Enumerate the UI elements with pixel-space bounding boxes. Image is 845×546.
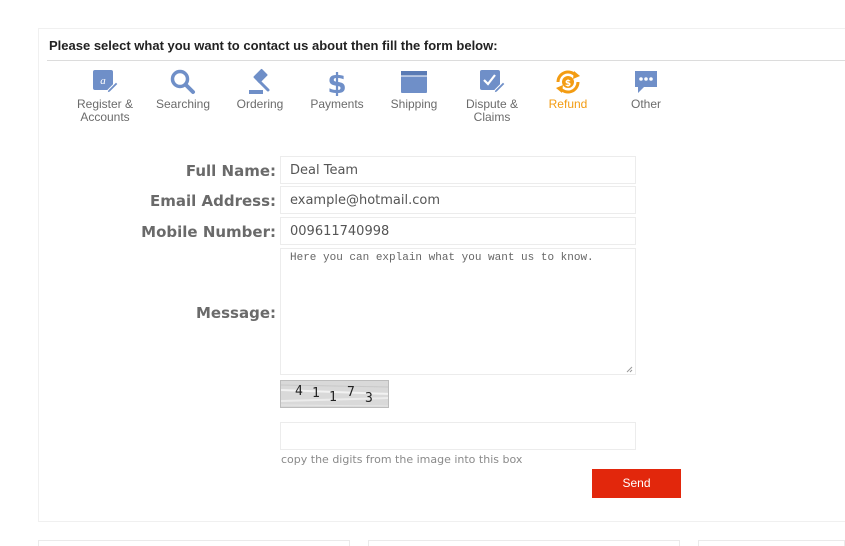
category-searching[interactable]: Searching xyxy=(144,68,222,111)
email-field[interactable]: example@hotmail.com xyxy=(280,186,636,214)
category-label: Payments xyxy=(310,97,364,111)
captcha-digit: 7 xyxy=(347,385,355,400)
bottom-card xyxy=(38,540,350,546)
resize-grip-icon[interactable] xyxy=(624,364,633,373)
category-label: Shipping xyxy=(390,97,438,111)
register-edit-icon: a xyxy=(93,70,119,94)
category-shipping[interactable]: Shipping xyxy=(375,68,453,111)
captcha-hint: copy the digits from the image into this… xyxy=(281,453,523,466)
mobile-label: Mobile Number: xyxy=(141,223,276,241)
captcha-digit: 4 xyxy=(295,384,303,399)
captcha-digit: 1 xyxy=(329,390,337,405)
email-label: Email Address: xyxy=(149,192,276,210)
captcha-digit: 1 xyxy=(312,386,320,401)
bottom-card xyxy=(368,540,680,546)
refund-icon: $ xyxy=(556,70,580,94)
search-icon xyxy=(170,69,195,94)
send-button[interactable]: Send xyxy=(592,469,681,498)
heading-divider xyxy=(47,60,845,61)
captcha-input[interactable] xyxy=(280,422,636,450)
package-icon xyxy=(401,71,427,93)
captcha-digit: 3 xyxy=(365,391,373,406)
gavel-icon xyxy=(249,68,270,94)
category-label: Refund xyxy=(548,97,588,111)
category-label: Claims xyxy=(473,110,511,124)
full-name-label: Full Name: xyxy=(185,162,276,180)
category-label: Accounts xyxy=(80,110,130,124)
message-textarea[interactable]: Here you can explain what you want us to… xyxy=(280,248,636,375)
svg-text:$: $ xyxy=(327,68,346,96)
svg-text:a: a xyxy=(100,75,106,87)
svg-text:$: $ xyxy=(565,79,571,89)
category-payments[interactable]: $ Payments xyxy=(298,68,376,111)
category-label: Other xyxy=(630,97,661,111)
chat-icon xyxy=(635,71,657,93)
captcha-image: 4 1 1 7 3 xyxy=(280,380,389,408)
category-register-accounts[interactable]: a Register & Accounts xyxy=(66,68,144,124)
dollar-icon: $ xyxy=(327,68,346,96)
category-dispute-claims[interactable]: Dispute & Claims xyxy=(453,68,531,124)
mobile-field[interactable]: 009611740998 xyxy=(280,217,636,245)
page-heading: Please select what you want to contact u… xyxy=(49,38,498,53)
message-label: Message: xyxy=(196,304,276,322)
category-ordering[interactable]: Ordering xyxy=(221,68,299,111)
category-other[interactable]: Other xyxy=(607,68,685,111)
category-label: Searching xyxy=(155,97,211,111)
bottom-card xyxy=(698,540,845,546)
category-label: Ordering xyxy=(236,97,284,111)
dispute-edit-icon xyxy=(480,70,506,94)
category-refund[interactable]: $ Refund xyxy=(529,68,607,111)
full-name-field[interactable]: Deal Team xyxy=(280,156,636,184)
